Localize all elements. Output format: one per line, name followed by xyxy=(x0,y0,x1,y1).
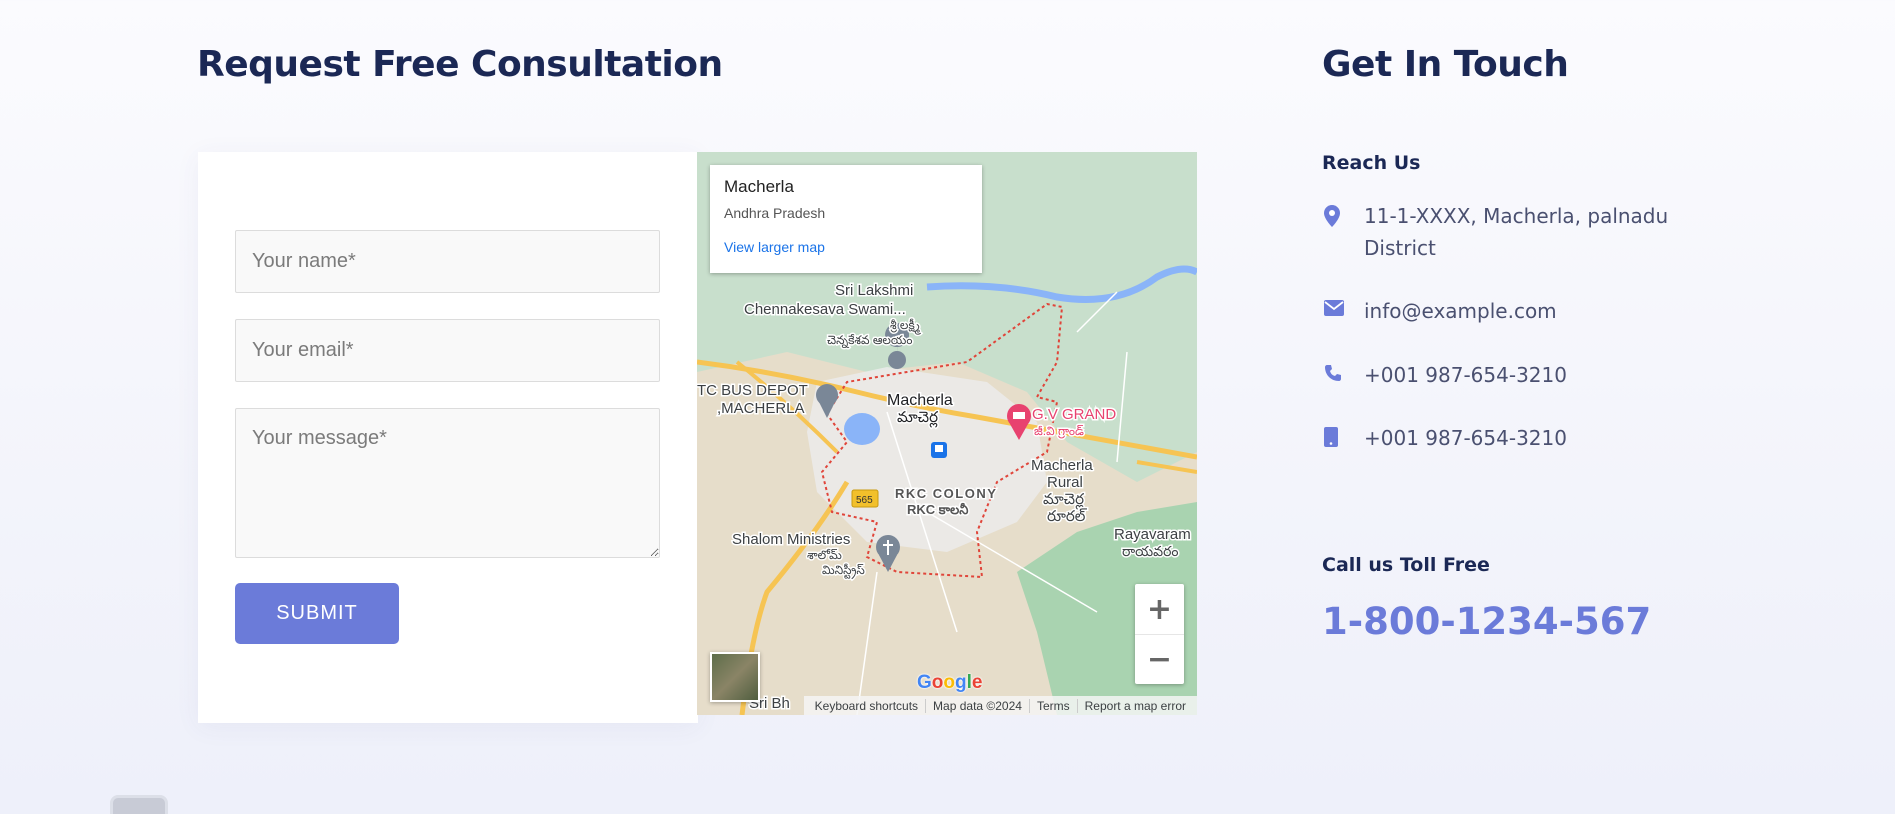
terms-link[interactable]: Terms xyxy=(1028,698,1077,713)
submit-button[interactable]: SUBMIT xyxy=(235,583,399,644)
consultation-title: Request Free Consultation xyxy=(197,44,723,85)
keyboard-shortcuts-link[interactable]: Keyboard shortcuts xyxy=(808,699,925,713)
label-rayavaram: Rayavaram xyxy=(1114,526,1191,543)
zoom-out-button[interactable]: − xyxy=(1135,634,1184,684)
get-in-touch-title: Get In Touch xyxy=(1322,44,1569,85)
phone-icon xyxy=(1322,359,1364,382)
label-macherla-rural-1: Macherla xyxy=(1031,457,1093,474)
zoom-in-button[interactable]: + xyxy=(1135,584,1184,634)
name-input[interactable] xyxy=(235,230,660,293)
label-macherla: Macherla xyxy=(887,392,953,409)
email-row: info@example.com xyxy=(1322,295,1682,327)
label-rayavaram-te: రాయవరం xyxy=(1122,543,1178,559)
toll-free-label: Call us Toll Free xyxy=(1322,554,1490,576)
google-logo-o2: o xyxy=(943,672,955,693)
map-info-card: Macherla Andhra Pradesh View larger map xyxy=(710,165,982,273)
reach-us-label: Reach Us xyxy=(1322,152,1421,174)
label-macherla-rural-te2: రూరల్ xyxy=(1047,508,1088,525)
label-gv-grand-te: జీ.వి గ్రాండ్ xyxy=(1034,424,1084,439)
consultation-form: SUBMIT xyxy=(198,152,698,723)
zoom-controls: + − xyxy=(1135,584,1184,684)
label-chennakesava-te2: చెన్నకేశవ ఆలయం xyxy=(827,333,912,349)
report-map-error-link[interactable]: Report a map error xyxy=(1076,698,1193,713)
bus-station-icon[interactable] xyxy=(931,442,947,458)
address-text: 11-1-XXXX, Macherla, palnadu District xyxy=(1364,204,1669,260)
envelope-icon xyxy=(1322,295,1364,316)
label-shalom: Shalom Ministries xyxy=(732,531,850,548)
google-logo-g: G xyxy=(917,672,932,693)
google-logo-g2: g xyxy=(955,672,967,693)
message-textarea[interactable] xyxy=(235,408,660,558)
map-footer: Keyboard shortcuts Map data ©2024 Terms … xyxy=(803,696,1197,715)
embedded-map[interactable]: Sri Lakshmi Chennakesava Swami... శ్రీ ల… xyxy=(697,152,1197,715)
label-bus-depot-2: ,MACHERLA xyxy=(717,400,805,417)
satellite-toggle-button[interactable] xyxy=(710,652,760,702)
map-data-attribution: Map data ©2024 xyxy=(925,698,1029,713)
toll-free-number[interactable]: 1-800-1234-567 xyxy=(1322,600,1651,643)
label-bus-depot-1: TC BUS DEPOT xyxy=(697,382,808,399)
map-place-name: Macherla xyxy=(724,177,794,196)
map-lake xyxy=(844,413,880,445)
map-region-name: Andhra Pradesh xyxy=(724,205,826,221)
label-shalom-te1: శాలోమ్ xyxy=(807,548,842,562)
label-rkc-colony: RKC COLONY xyxy=(895,486,997,501)
label-macherla-te: మాచెర్ల xyxy=(897,409,938,428)
view-larger-map-link[interactable]: View larger map xyxy=(724,239,968,255)
google-logo: Google xyxy=(917,672,982,694)
google-logo-e: e xyxy=(971,672,983,693)
label-macherla-rural-2: Rural xyxy=(1047,474,1083,491)
label-chennakesava: Chennakesava Swami... xyxy=(744,301,906,318)
phone-row: +001 987-654-3210 xyxy=(1322,359,1682,391)
email-text[interactable]: info@example.com xyxy=(1364,295,1557,327)
mobile-row: +001 987-654-3210 xyxy=(1322,422,1682,454)
mobile-icon xyxy=(1322,422,1364,447)
address-row: 11-1-XXXX, Macherla, palnadu District xyxy=(1322,200,1682,264)
label-rkc-colony-te: RKC కాలనీ xyxy=(907,502,968,517)
email-input[interactable] xyxy=(235,319,660,382)
phone-text[interactable]: +001 987-654-3210 xyxy=(1364,359,1567,391)
scroll-to-top-button[interactable] xyxy=(110,795,168,814)
mobile-text[interactable]: +001 987-654-3210 xyxy=(1364,422,1567,454)
google-logo-o1: o xyxy=(931,672,944,693)
label-route-565: 565 xyxy=(856,495,873,506)
label-gv-grand: G.V GRAND xyxy=(1032,406,1116,423)
location-pin-icon xyxy=(1322,200,1364,227)
label-sri-lakshmi: Sri Lakshmi xyxy=(835,282,913,299)
